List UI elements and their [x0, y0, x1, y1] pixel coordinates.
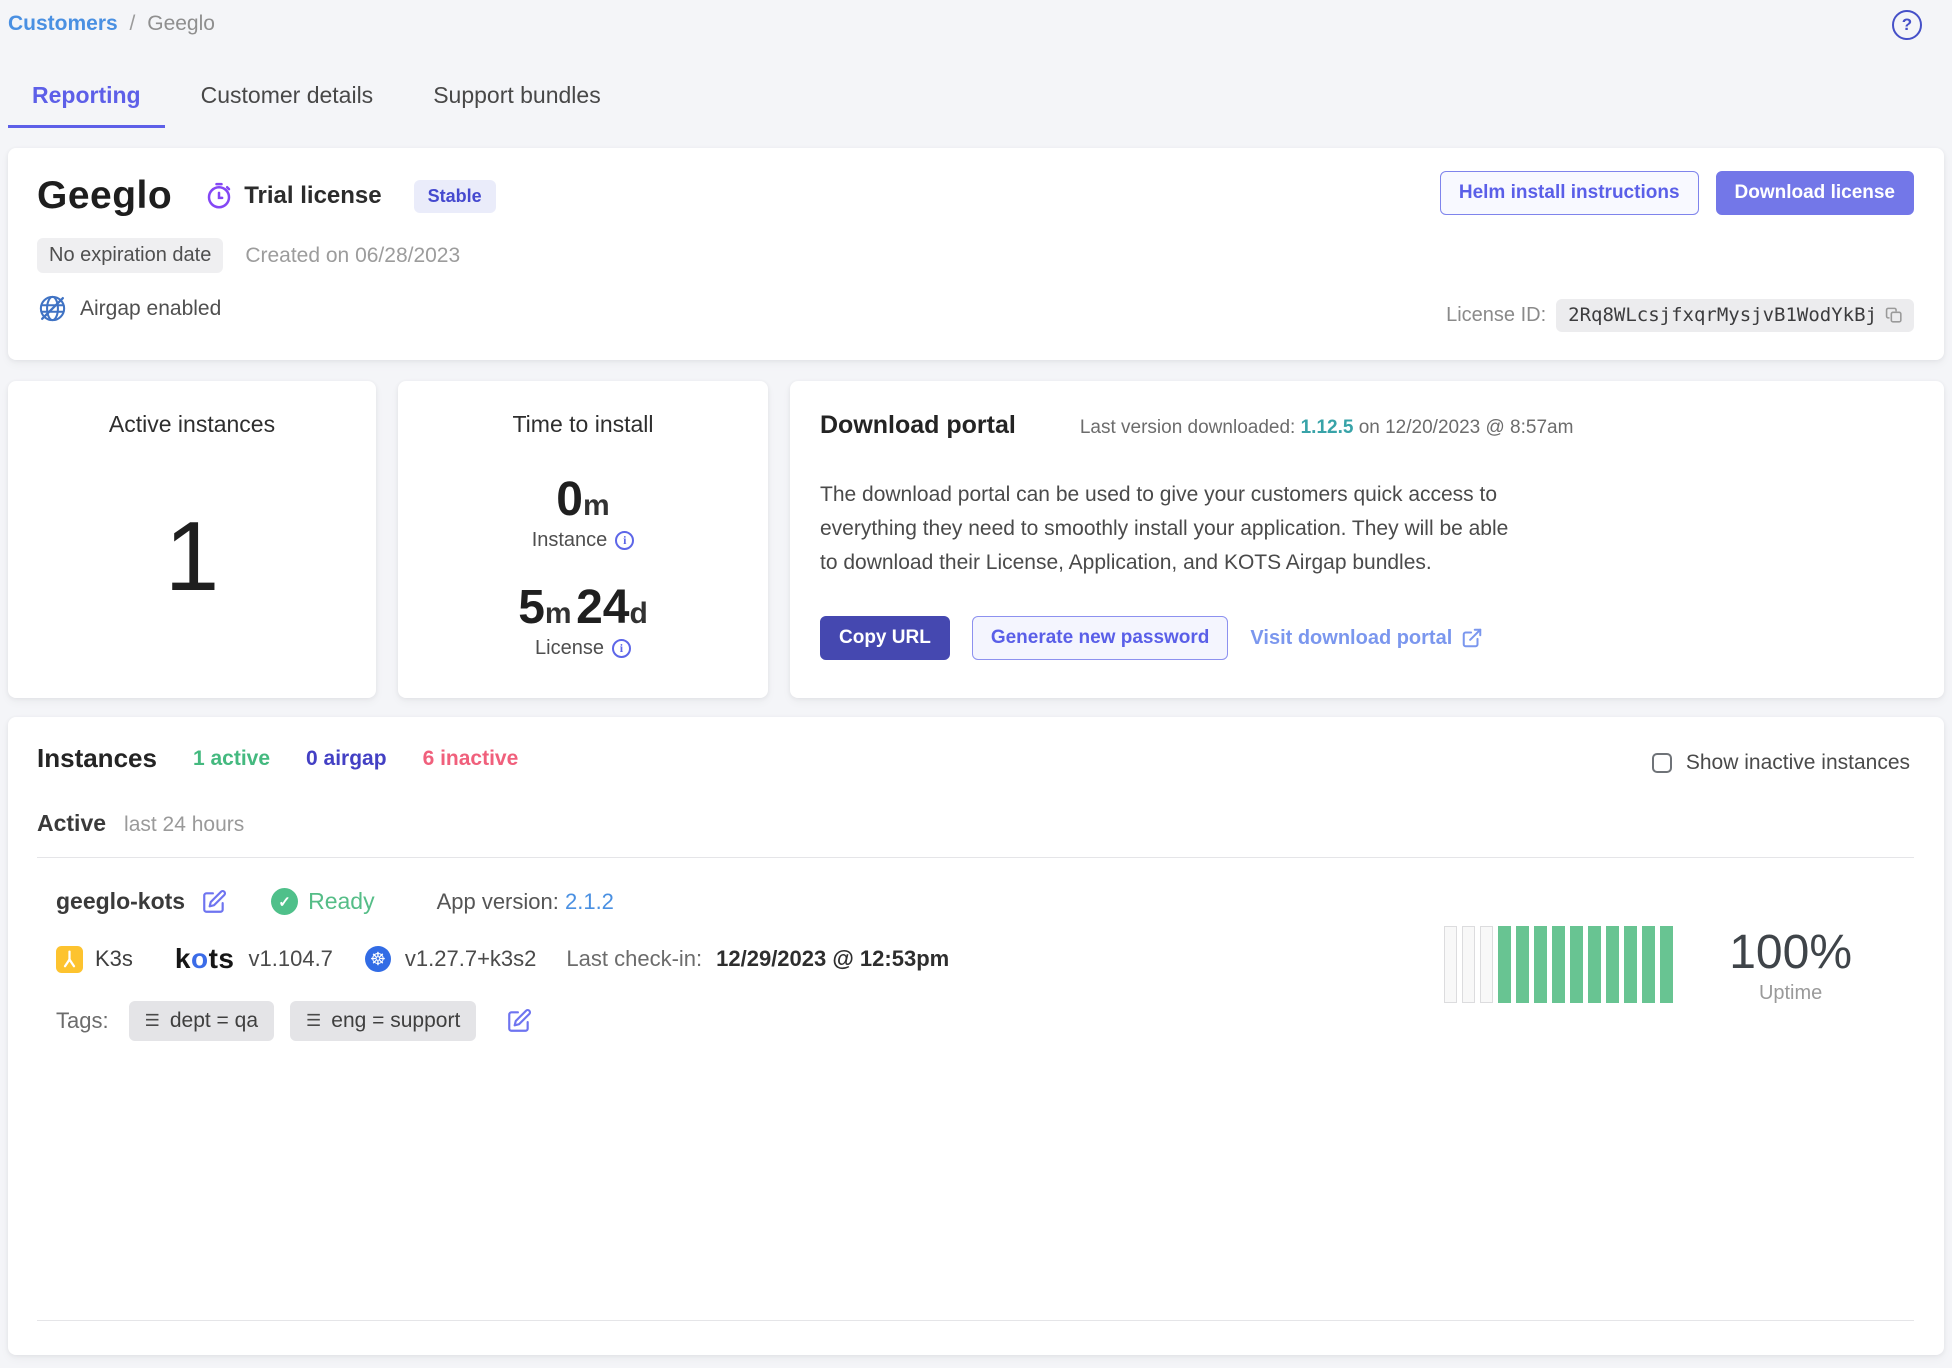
last-version-link[interactable]: 1.12.5: [1301, 417, 1354, 438]
breadcrumb: Customers / Geeglo: [8, 10, 215, 36]
time-to-install-title: Time to install: [428, 411, 738, 438]
uptime-value: 100%: [1729, 925, 1852, 980]
trial-timer-icon: [204, 181, 234, 211]
license-id-label: License ID:: [1446, 304, 1546, 327]
tag-chip[interactable]: ☰eng = support: [290, 1001, 476, 1041]
active-section-range: last 24 hours: [124, 813, 244, 837]
k3s-icon: [56, 946, 83, 973]
tags-label: Tags:: [56, 1008, 109, 1034]
uptime-bar: [1570, 926, 1583, 1003]
download-portal-description: The download portal can be used to give …: [820, 478, 1520, 580]
active-instances-value: 1: [38, 500, 346, 613]
copy-url-button[interactable]: Copy URL: [820, 616, 950, 660]
created-date: Created on 06/28/2023: [245, 244, 460, 268]
tag-chip[interactable]: ☰dept = qa: [129, 1001, 274, 1041]
customer-name: Geeglo: [37, 174, 172, 218]
uptime-label: Uptime: [1729, 982, 1852, 1005]
time-to-install-card: Time to install 0m Instance i 5m 24d Lic…: [398, 381, 768, 698]
license-install-label: License: [535, 637, 604, 660]
generate-new-password-button[interactable]: Generate new password: [972, 616, 1229, 660]
page: Customers / Geeglo ? ReportingCustomer d…: [0, 0, 1952, 1355]
kots-version: v1.104.7: [249, 946, 333, 972]
uptime-bar: [1462, 926, 1475, 1003]
uptime-bar: [1498, 926, 1511, 1003]
license-install-time: 5m 24d: [428, 580, 738, 635]
active-instances-card: Active instances 1: [8, 381, 376, 698]
show-inactive-label: Show inactive instances: [1686, 751, 1910, 775]
uptime-bar: [1552, 926, 1565, 1003]
app-version-link[interactable]: 2.1.2: [565, 889, 614, 914]
kots-logo: kots: [175, 943, 235, 975]
show-inactive-checkbox[interactable]: [1652, 753, 1672, 773]
instance-name: geeglo-kots: [56, 888, 185, 915]
airgap-count[interactable]: 0 airgap: [306, 747, 387, 771]
uptime-bar: [1624, 926, 1637, 1003]
airgap-globe-icon: [37, 293, 68, 324]
status-label: Ready: [308, 888, 374, 915]
breadcrumb-separator: /: [130, 12, 136, 35]
instances-title: Instances: [37, 743, 157, 774]
help-icon[interactable]: ?: [1892, 10, 1922, 40]
tab-bar: ReportingCustomer detailsSupport bundles: [8, 68, 1944, 128]
uptime-bar: [1588, 926, 1601, 1003]
visit-download-portal-link[interactable]: Visit download portal: [1250, 627, 1483, 650]
uptime-chart: [1444, 926, 1673, 1003]
instance-info-icon[interactable]: i: [615, 531, 634, 550]
helm-install-instructions-button[interactable]: Helm install instructions: [1440, 171, 1699, 215]
tag-icon: ☰: [306, 1011, 321, 1031]
uptime-bar: [1516, 926, 1529, 1003]
uptime-bar: [1444, 926, 1457, 1003]
divider: [37, 1320, 1914, 1321]
license-id-chip: 2Rq8WLcsjfxqrMysjvB1WodYkBj: [1556, 299, 1914, 332]
uptime-bar: [1606, 926, 1619, 1003]
kubernetes-icon: ☸: [365, 946, 391, 972]
instance-row: geeglo-kots ✓ Ready App version: 2.1.2: [37, 858, 1914, 1041]
tab-customer-details[interactable]: Customer details: [177, 68, 398, 128]
edit-instance-name-icon[interactable]: [201, 889, 227, 915]
download-portal-card: Download portal Last version downloaded:…: [790, 381, 1944, 698]
uptime-bar: [1642, 926, 1655, 1003]
last-checkin-value: 12/29/2023 @ 12:53pm: [716, 946, 949, 972]
instance-install-label: Instance: [532, 529, 608, 552]
channel-badge: Stable: [414, 180, 496, 213]
customer-summary-card: Geeglo Trial license Stable No expiratio…: [8, 148, 1944, 360]
active-section-label: Active: [37, 810, 106, 837]
inactive-count[interactable]: 6 inactive: [423, 747, 519, 771]
download-license-button[interactable]: Download license: [1716, 171, 1914, 215]
download-portal-title: Download portal: [820, 411, 1016, 440]
tab-support-bundles[interactable]: Support bundles: [409, 68, 625, 128]
external-link-icon: [1461, 627, 1483, 649]
ready-check-icon: ✓: [271, 888, 298, 915]
tag-icon: ☰: [145, 1011, 160, 1031]
tab-reporting[interactable]: Reporting: [8, 68, 165, 128]
distro-group: K3s: [56, 946, 133, 973]
copy-license-id-icon[interactable]: [1885, 306, 1904, 325]
app-version: App version: 2.1.2: [437, 889, 614, 915]
distro-label: K3s: [95, 946, 133, 972]
last-checkin-label: Last check-in:: [566, 946, 702, 972]
expiration-badge: No expiration date: [37, 238, 223, 273]
license-type-label: Trial license: [244, 182, 381, 210]
status-group: ✓ Ready: [271, 888, 374, 915]
show-inactive-toggle[interactable]: Show inactive instances: [1652, 751, 1910, 775]
breadcrumb-current: Geeglo: [147, 12, 215, 35]
active-count[interactable]: 1 active: [193, 747, 270, 771]
breadcrumb-customers-link[interactable]: Customers: [8, 12, 118, 35]
uptime-bar: [1480, 926, 1493, 1003]
airgap-label: Airgap enabled: [80, 297, 221, 321]
instances-card: Instances 1 active 0 airgap 6 inactive S…: [8, 717, 1944, 1355]
edit-tags-icon[interactable]: [506, 1008, 532, 1034]
k8s-version: v1.27.7+k3s2: [405, 946, 536, 972]
last-version-downloaded: Last version downloaded: 1.12.5 on 12/20…: [1080, 417, 1574, 439]
license-id-value: 2Rq8WLcsjfxqrMysjvB1WodYkBj: [1568, 304, 1877, 326]
active-instances-title: Active instances: [38, 411, 346, 438]
license-info-icon[interactable]: i: [612, 639, 631, 658]
stats-row: Active instances 1 Time to install 0m In…: [8, 381, 1944, 698]
page-header: Customers / Geeglo ?: [8, 0, 1944, 40]
tags-container: ☰dept = qa ☰eng = support: [129, 1001, 493, 1041]
license-type: Trial license: [204, 181, 381, 211]
uptime-bar: [1660, 926, 1673, 1003]
instance-install-time: 0m: [428, 472, 738, 527]
uptime-bar: [1534, 926, 1547, 1003]
